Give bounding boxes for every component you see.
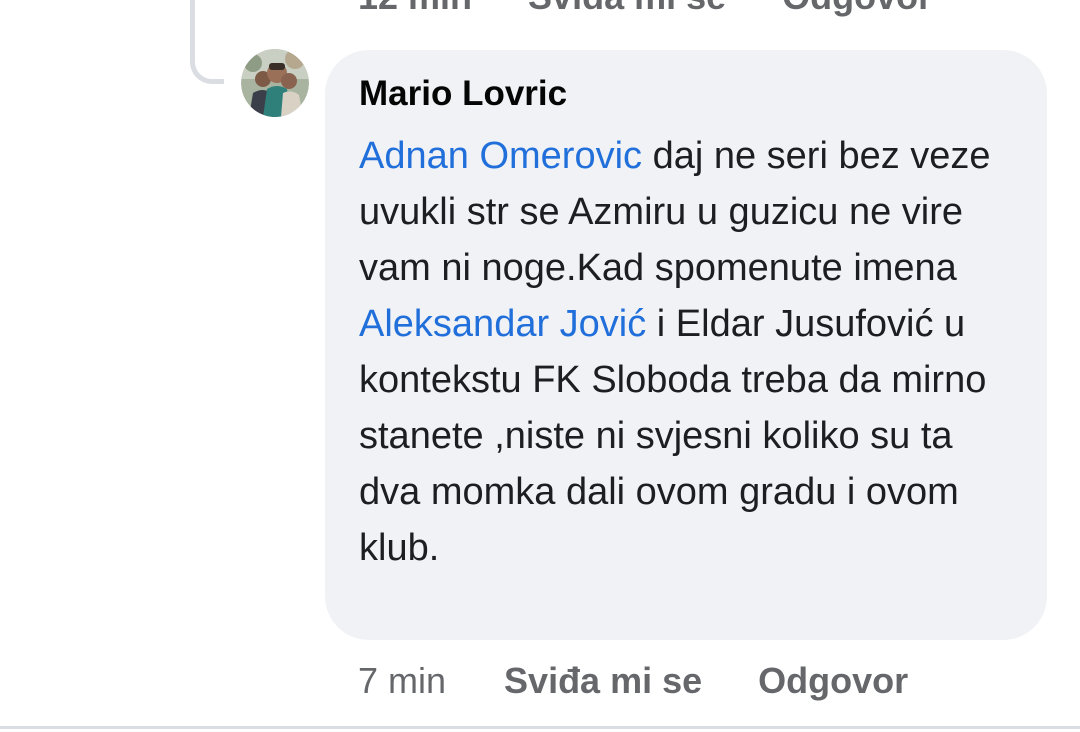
previous-comment-reply-button[interactable]: Odgovor xyxy=(782,0,932,18)
previous-comment-actions: 12 min Sviđa mi se Odgovor xyxy=(358,0,932,18)
like-button[interactable]: Sviđa mi se xyxy=(504,660,702,702)
previous-comment-like-button[interactable]: Sviđa mi se xyxy=(528,0,726,18)
avatar[interactable] xyxy=(241,49,309,117)
previous-comment-time[interactable]: 12 min xyxy=(358,0,472,18)
comment-text: Adnan Omerovic daj ne seri bez veze uvuk… xyxy=(359,128,1015,576)
thread-connector-line xyxy=(190,0,224,84)
mention-aleksandar-jovic[interactable]: Aleksandar Jović xyxy=(359,303,646,345)
comment-time[interactable]: 7 min xyxy=(358,660,446,702)
comment-actions: 7 min Sviđa mi se Odgovor xyxy=(358,660,908,702)
mention-adnan-omerovic[interactable]: Adnan Omerovic xyxy=(359,135,642,177)
comment-bubble[interactable]: Mario Lovric Adnan Omerovic daj ne seri … xyxy=(325,50,1047,640)
profile-photo-avatar-icon xyxy=(241,49,309,117)
comment-thread: 12 min Sviđa mi se Odgovor xyxy=(0,0,1080,732)
divider xyxy=(0,726,1080,729)
reply-button[interactable]: Odgovor xyxy=(758,660,908,702)
comment-author[interactable]: Mario Lovric xyxy=(359,72,1015,116)
